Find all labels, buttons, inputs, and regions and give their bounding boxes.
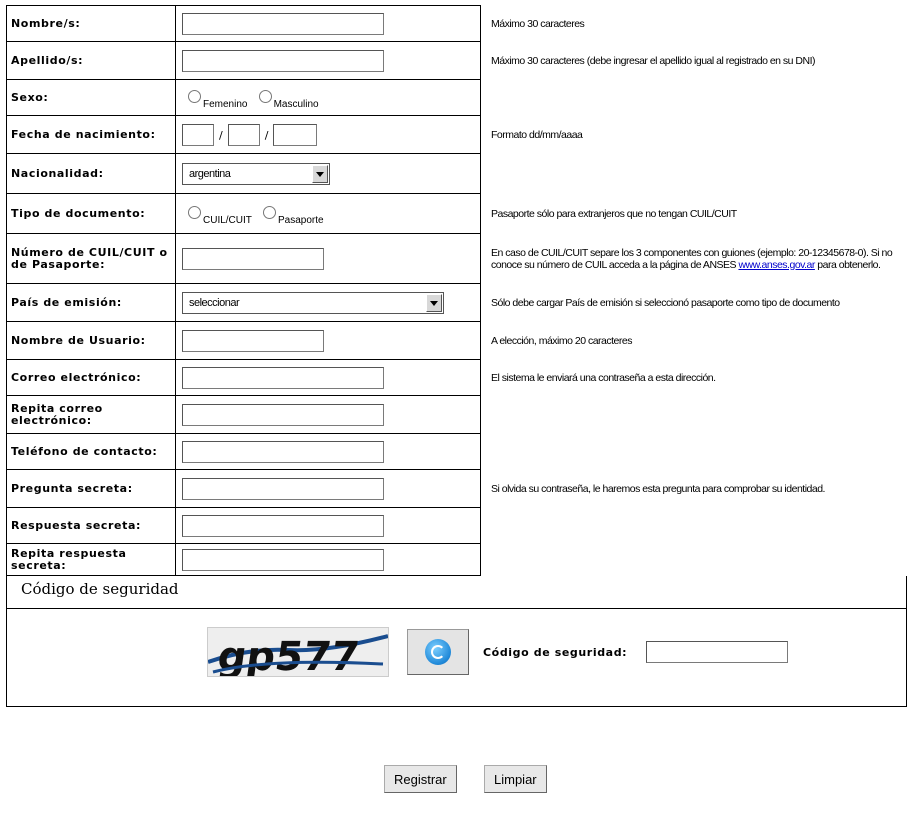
fecha-dia-input[interactable] bbox=[182, 123, 214, 146]
correo-input[interactable] bbox=[182, 366, 384, 389]
label-nombres: Nombre/s: bbox=[6, 5, 176, 42]
hint-tipo-doc: Pasaporte sólo para extranjeros que no t… bbox=[491, 207, 737, 220]
usuario-input[interactable] bbox=[182, 329, 324, 352]
nombres-input[interactable] bbox=[182, 12, 384, 35]
label-tipo-doc: Tipo de documento: bbox=[6, 193, 176, 234]
label-respuesta: Respuesta secreta: bbox=[6, 507, 176, 544]
date-separator: / bbox=[264, 129, 269, 142]
captcha-input[interactable] bbox=[646, 641, 788, 663]
captcha-image: gp577 bbox=[207, 627, 389, 680]
hint-usuario: A elección, máximo 20 caracteres bbox=[491, 334, 633, 347]
hint-nombres: Máximo 30 caracteres bbox=[491, 17, 585, 30]
nacionalidad-value: argentina bbox=[189, 167, 231, 180]
hint-fecha: Formato dd/mm/aaaa bbox=[491, 128, 583, 141]
captcha-text: gp577 bbox=[215, 634, 362, 676]
label-apellidos: Apellido/s: bbox=[6, 41, 176, 80]
apellidos-input[interactable] bbox=[182, 49, 384, 72]
telefono-input[interactable] bbox=[182, 440, 384, 463]
fecha-anio-input[interactable] bbox=[273, 123, 318, 146]
label-fecha: Fecha de nacimiento: bbox=[6, 115, 176, 154]
captcha-field-label: Código de seguridad: bbox=[483, 646, 628, 659]
label-femenino: Femenino bbox=[203, 98, 248, 110]
label-numero: Número de CUIL/CUIT o de Pasaporte: bbox=[6, 233, 176, 284]
label-cuil: CUIL/CUIT bbox=[203, 214, 252, 226]
label-nacionalidad: Nacionalidad: bbox=[6, 153, 176, 194]
captcha-section-title: Código de seguridad bbox=[6, 575, 907, 609]
respuesta-input[interactable] bbox=[182, 514, 384, 537]
pais-value: seleccionar bbox=[189, 296, 240, 309]
label-correo: Correo electrónico: bbox=[6, 359, 176, 396]
hint-apellidos: Máximo 30 caracteres (debe ingresar el a… bbox=[491, 54, 816, 67]
radio-femenino[interactable] bbox=[188, 89, 201, 103]
anses-link[interactable]: www.anses.gov.ar bbox=[738, 259, 815, 271]
correo2-input[interactable] bbox=[182, 403, 384, 426]
label-pregunta: Pregunta secreta: bbox=[6, 469, 176, 508]
refresh-icon bbox=[425, 639, 451, 665]
label-usuario: Nombre de Usuario: bbox=[6, 321, 176, 360]
label-telefono: Teléfono de contacto: bbox=[6, 433, 176, 470]
radio-cuil[interactable] bbox=[188, 205, 201, 219]
label-respuesta2: Repita respuesta secreta: bbox=[6, 543, 176, 576]
limpiar-button[interactable]: Limpiar bbox=[484, 765, 547, 793]
radio-masculino[interactable] bbox=[258, 89, 272, 103]
pais-select[interactable]: seleccionar bbox=[182, 291, 444, 314]
numero-input[interactable] bbox=[182, 247, 324, 270]
label-sexo: Sexo: bbox=[6, 79, 176, 116]
chevron-down-icon[interactable] bbox=[426, 293, 442, 312]
chevron-down-icon[interactable] bbox=[312, 164, 328, 183]
hint-pregunta: Si olvida su contraseña, le haremos esta… bbox=[491, 482, 825, 495]
fecha-mes-input[interactable] bbox=[227, 123, 260, 146]
label-masculino: Masculino bbox=[273, 98, 319, 110]
refresh-captcha-button[interactable] bbox=[407, 629, 469, 675]
registration-form: Nombre/s: Máximo 30 caracteres Apellido/… bbox=[6, 5, 907, 707]
respuesta2-input[interactable] bbox=[182, 548, 384, 571]
hint-numero-tail: para obtenerlo. bbox=[814, 258, 881, 271]
label-pais: País de emisión: bbox=[6, 283, 176, 322]
label-correo2: Repita correo electrónico: bbox=[6, 395, 176, 434]
hint-pais: Sólo debe cargar País de emisión si sele… bbox=[491, 296, 840, 309]
registrar-button[interactable]: Registrar bbox=[384, 765, 457, 793]
pregunta-input[interactable] bbox=[182, 477, 384, 500]
label-pasaporte: Pasaporte bbox=[278, 214, 324, 226]
nacionalidad-select[interactable]: argentina bbox=[182, 162, 330, 185]
radio-pasaporte[interactable] bbox=[263, 205, 276, 219]
date-separator: / bbox=[219, 129, 223, 142]
captcha-graphic: gp577 bbox=[207, 634, 389, 680]
hint-correo: El sistema le enviará una contraseña a e… bbox=[491, 371, 716, 384]
